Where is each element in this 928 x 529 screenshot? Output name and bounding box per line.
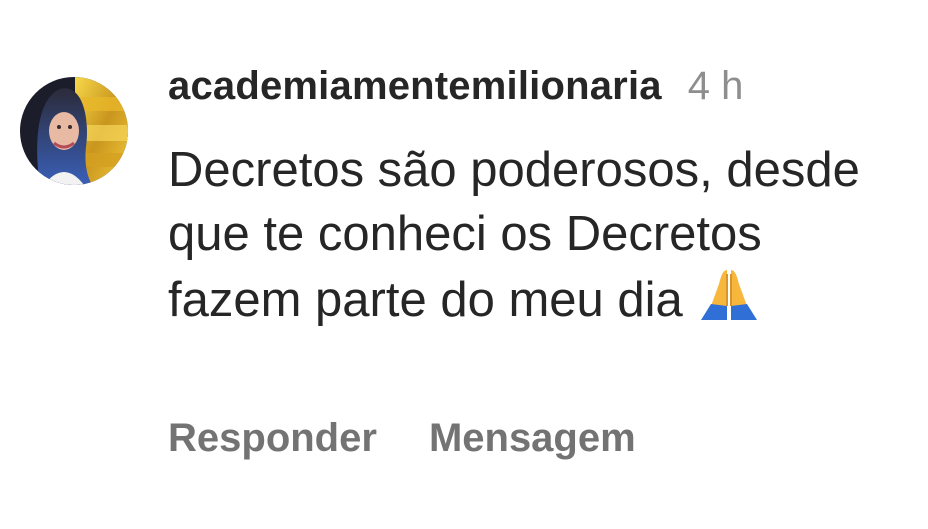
message-button[interactable]: Mensagem bbox=[429, 416, 636, 461]
comment-header: academiamentemilionaria 4 h bbox=[168, 64, 908, 120]
comment-text-block: Decretos são poderosos, desde que te con… bbox=[168, 138, 898, 332]
comment-actions: Responder Mensagem bbox=[168, 416, 636, 461]
reply-button[interactable]: Responder bbox=[168, 416, 377, 461]
username-link[interactable]: academiamentemilionaria bbox=[168, 64, 662, 109]
praying-hands-icon bbox=[697, 266, 761, 322]
timestamp: 4 h bbox=[687, 64, 744, 108]
comment-item: academiamentemilionaria 4 h Decretos são… bbox=[0, 0, 928, 529]
avatar[interactable] bbox=[20, 77, 128, 185]
avatar-image bbox=[20, 77, 128, 185]
comment-body: academiamentemilionaria 4 h Decretos são… bbox=[168, 64, 908, 332]
